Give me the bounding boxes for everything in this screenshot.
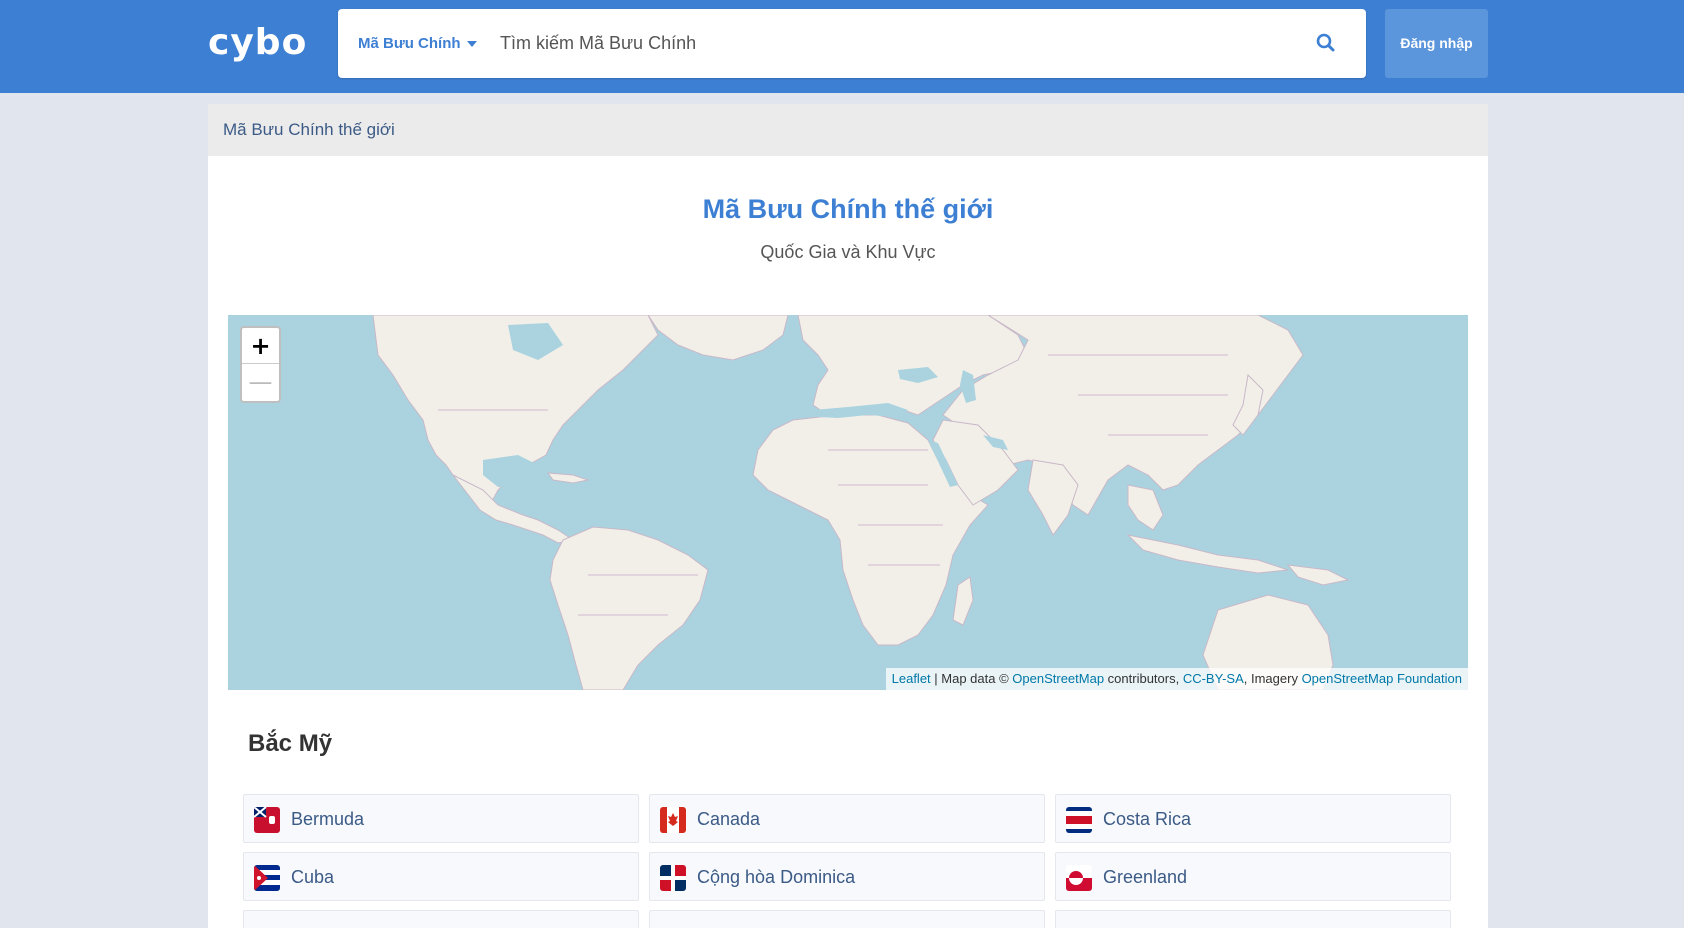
country-name: Canada	[697, 809, 761, 829]
map-attribution: Leaflet | Map data © OpenStreetMap contr…	[885, 668, 1468, 690]
caribbean-land	[546, 472, 590, 484]
indonesia-land	[1126, 534, 1289, 574]
bermuda-flag-icon	[254, 807, 280, 833]
new-guinea-land	[1286, 564, 1350, 586]
country-item-partial-3[interactable]	[1055, 910, 1451, 928]
attribution-text-1: | Map data ©	[930, 671, 1013, 686]
southeast-asia-land	[1127, 484, 1164, 531]
cc-by-sa-link[interactable]: CC-BY-SA	[1183, 671, 1244, 686]
country-item-canada[interactable]: Canada	[649, 794, 1045, 843]
page-subtitle: Quốc Gia và Khu Vực	[760, 242, 936, 262]
region-heading: Bắc Mỹ	[248, 730, 333, 757]
country-item-dominican-republic[interactable]: Cộng hòa Dominica	[649, 852, 1045, 901]
breadcrumb[interactable]: Mã Bưu Chính thế giới	[208, 104, 1488, 156]
canada-flag-icon	[660, 807, 686, 833]
greenland-land	[647, 315, 789, 361]
search-scope-dropdown[interactable]: Mã Bưu Chính	[358, 9, 477, 78]
country-name: Bermuda	[291, 809, 365, 829]
south-america-land	[549, 526, 709, 690]
dominican-republic-flag-icon	[660, 865, 686, 891]
world-map[interactable]: + — Leaflet | Map data © OpenStreetMap c…	[228, 315, 1468, 690]
leaflet-link[interactable]: Leaflet	[892, 671, 931, 686]
search-input[interactable]	[500, 21, 1280, 66]
search-scope-label: Mã Bưu Chính	[358, 35, 461, 52]
cuba-flag-icon	[254, 865, 280, 891]
greenland-flag-icon	[1066, 865, 1092, 891]
openstreetmap-link[interactable]: OpenStreetMap	[1012, 671, 1104, 686]
cybo-logo[interactable]: cybo	[208, 22, 313, 64]
country-item-costa-rica[interactable]: Costa Rica	[1055, 794, 1451, 843]
country-item-cuba[interactable]: Cuba	[243, 852, 639, 901]
country-name: Greenland	[1103, 867, 1188, 887]
madagascar-land	[952, 576, 974, 626]
attribution-text-3: , Imagery	[1243, 671, 1302, 686]
zoom-out-button[interactable]: —	[242, 364, 279, 400]
zoom-in-button[interactable]: +	[242, 328, 279, 364]
search-box: Mã Bưu Chính	[338, 9, 1366, 78]
world-map-tiles	[372, 315, 1350, 690]
country-item-bermuda[interactable]: Bermuda	[243, 794, 639, 843]
country-name: Cộng hòa Dominica	[697, 867, 856, 887]
country-name: Costa Rica	[1103, 809, 1192, 829]
main-panel: Mã Bưu Chính thế giới Mã Bưu Chính thế g…	[208, 104, 1488, 928]
search-icon[interactable]	[1314, 31, 1338, 55]
country-name: Cuba	[291, 867, 335, 887]
country-item-greenland[interactable]: Greenland	[1055, 852, 1451, 901]
caret-down-icon	[466, 41, 477, 48]
attribution-text-2: contributors,	[1104, 671, 1183, 686]
osm-foundation-link[interactable]: OpenStreetMap Foundation	[1302, 671, 1462, 686]
costa-rica-flag-icon	[1066, 807, 1092, 833]
country-item-partial-2[interactable]	[649, 910, 1045, 928]
country-item-partial-1[interactable]	[243, 910, 639, 928]
page-title: Mã Bưu Chính thế giới	[702, 194, 994, 224]
login-button[interactable]: Đăng nhập	[1385, 9, 1488, 78]
zoom-control: + —	[240, 326, 281, 403]
top-navigation-bar: cybo Mã Bưu Chính Đăng nhập	[0, 0, 1684, 93]
